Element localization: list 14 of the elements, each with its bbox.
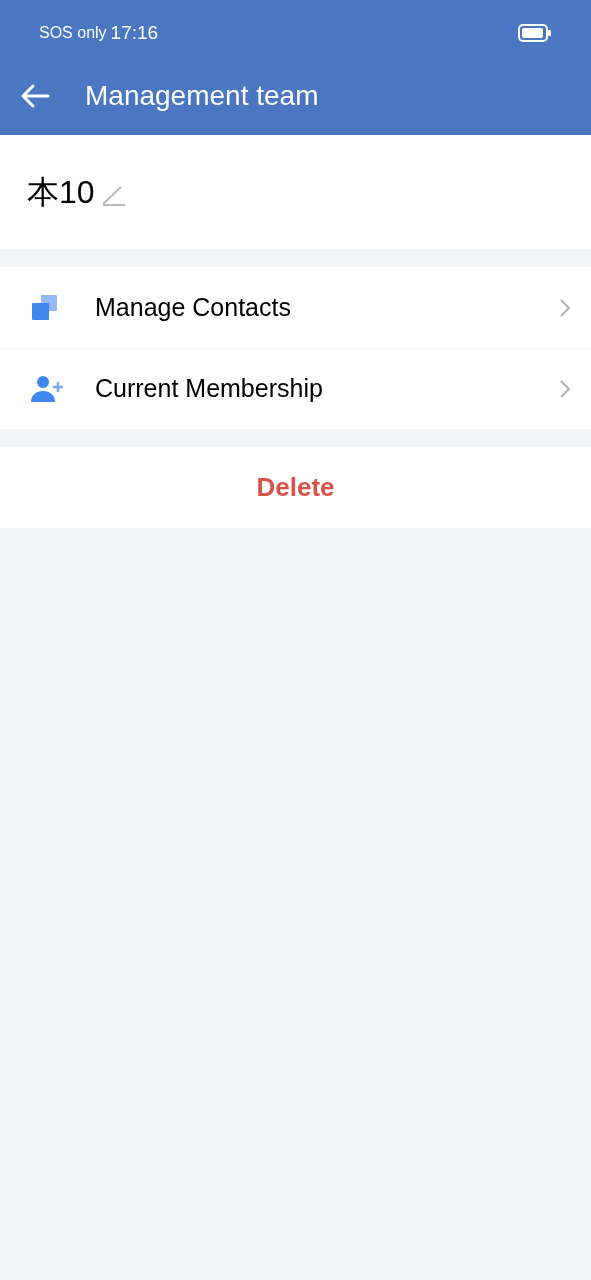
menu-label: Current Membership <box>95 373 324 405</box>
menu-item[interactable]: Manage Contacts <box>0 267 591 348</box>
squares-icon <box>30 293 58 322</box>
delete-button[interactable]: Delete <box>0 447 591 528</box>
menu-item[interactable]: Current Membership <box>0 348 591 429</box>
team-name: 本10 <box>27 173 95 212</box>
page-title: Management team <box>85 79 319 113</box>
add-user-icon <box>30 375 64 403</box>
status-time: 17:16 <box>110 20 159 45</box>
carrier-text: SOS only <box>39 23 107 43</box>
chevron-right-icon <box>559 379 571 399</box>
menu-label: Manage Contacts <box>95 291 292 323</box>
chevron-right-icon <box>559 297 571 318</box>
battery-icon <box>518 24 552 42</box>
